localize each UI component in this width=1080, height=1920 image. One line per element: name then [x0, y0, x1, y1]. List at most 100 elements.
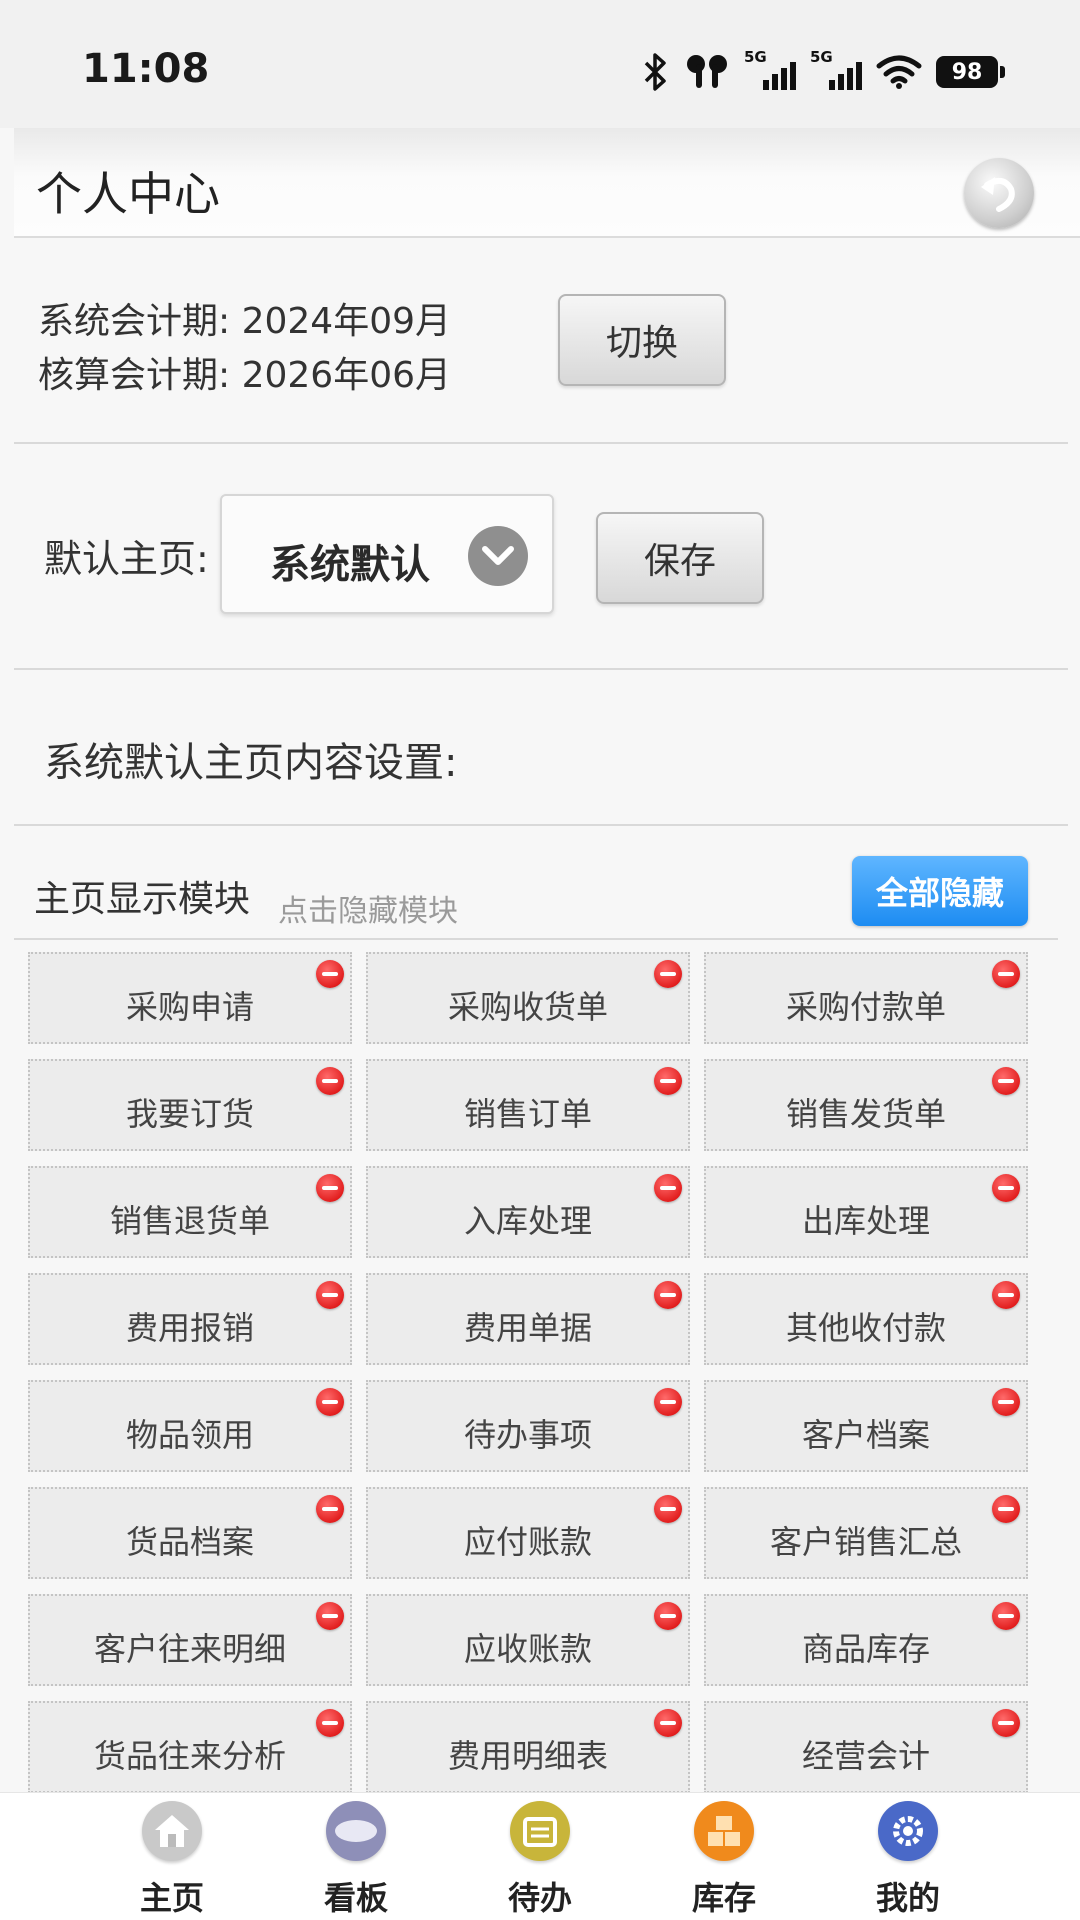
module-label: 经营会计 [801, 1737, 930, 1775]
module-label: 应收账款 [463, 1630, 592, 1668]
remove-icon[interactable] [654, 1388, 682, 1416]
status-bar: 11:08 5G 5G 98 [0, 0, 1080, 128]
module-tile[interactable]: 费用单据 [366, 1273, 690, 1365]
module-label: 销售发货单 [785, 1095, 946, 1133]
module-tile[interactable]: 销售退货单 [28, 1166, 352, 1258]
screen: 11:08 5G 5G 98 个人中心 系统会计期: 2024年09月 核算会计… [0, 0, 1080, 1920]
module-label: 货品档案 [125, 1523, 254, 1561]
divider [14, 824, 1068, 826]
module-label: 费用报销 [125, 1309, 254, 1347]
module-tile[interactable]: 商品库存 [704, 1594, 1028, 1686]
gear-icon [878, 1801, 938, 1861]
module-tile[interactable]: 应收账款 [366, 1594, 690, 1686]
module-tile[interactable]: 费用明细表 [366, 1701, 690, 1793]
calendar-icon [510, 1801, 570, 1861]
remove-icon[interactable] [992, 1388, 1020, 1416]
module-tile[interactable]: 费用报销 [28, 1273, 352, 1365]
remove-icon[interactable] [654, 1174, 682, 1202]
module-tile[interactable]: 客户往来明细 [28, 1594, 352, 1686]
module-label: 我要订货 [125, 1095, 254, 1133]
nav-item[interactable]: 我的 [848, 1801, 968, 1917]
remove-icon[interactable] [992, 1067, 1020, 1095]
nav-item[interactable]: 待办 [480, 1801, 600, 1917]
module-tile[interactable]: 其他收付款 [704, 1273, 1028, 1365]
remove-icon[interactable] [654, 1495, 682, 1523]
module-label: 待办事项 [463, 1416, 592, 1454]
remove-icon[interactable] [316, 1281, 344, 1309]
divider [14, 938, 1058, 940]
home-icon [142, 1801, 202, 1861]
nav-item[interactable]: 看板 [296, 1801, 416, 1917]
module-label: 销售订单 [463, 1095, 592, 1133]
module-label: 客户往来明细 [93, 1630, 286, 1668]
back-arrow-icon [981, 177, 1015, 212]
nav-label: 库存 [691, 1879, 756, 1917]
module-label: 物品领用 [125, 1416, 254, 1454]
remove-icon[interactable] [316, 1388, 344, 1416]
earbuds-icon [687, 55, 727, 88]
remove-icon[interactable] [992, 1709, 1020, 1737]
module-tile[interactable]: 应付账款 [366, 1487, 690, 1579]
module-label: 采购收货单 [447, 988, 608, 1026]
module-tile[interactable]: 物品领用 [28, 1380, 352, 1472]
remove-icon[interactable] [654, 1602, 682, 1630]
remove-icon[interactable] [654, 1067, 682, 1095]
save-button[interactable]: 保存 [596, 512, 764, 604]
remove-icon[interactable] [316, 1709, 344, 1737]
module-tile[interactable]: 客户销售汇总 [704, 1487, 1028, 1579]
remove-icon[interactable] [316, 960, 344, 988]
remove-icon[interactable] [316, 1067, 344, 1095]
remove-icon[interactable] [992, 1281, 1020, 1309]
nav-label: 看板 [323, 1879, 388, 1917]
wifi-icon [876, 55, 922, 89]
switch-button[interactable]: 切换 [558, 294, 726, 386]
remove-icon[interactable] [992, 1174, 1020, 1202]
module-tile[interactable]: 采购收货单 [366, 952, 690, 1044]
module-tile[interactable]: 我要订货 [28, 1059, 352, 1151]
module-label: 费用明细表 [447, 1737, 608, 1775]
module-label: 费用单据 [463, 1309, 592, 1347]
remove-icon[interactable] [316, 1495, 344, 1523]
module-tile[interactable]: 采购申请 [28, 952, 352, 1044]
remove-icon[interactable] [654, 1281, 682, 1309]
nav-item[interactable]: 主页 [112, 1801, 232, 1917]
remove-icon[interactable] [316, 1174, 344, 1202]
default-home-select[interactable]: 系统默认 [220, 494, 554, 614]
nav-label: 我的 [875, 1879, 940, 1917]
default-home-label: 默认主页: [44, 537, 209, 581]
remove-icon[interactable] [316, 1602, 344, 1630]
remove-icon[interactable] [654, 1709, 682, 1737]
module-label: 应付账款 [463, 1523, 592, 1561]
battery-icon: 98 [936, 56, 1005, 88]
nav-item[interactable]: 库存 [664, 1801, 784, 1917]
module-label: 采购付款单 [785, 988, 946, 1026]
remove-icon[interactable] [992, 960, 1020, 988]
module-label: 销售退货单 [109, 1202, 270, 1240]
system-period-text: 系统会计期: 2024年09月 [38, 301, 451, 342]
module-tile[interactable]: 待办事项 [366, 1380, 690, 1472]
module-tile[interactable]: 经营会计 [704, 1701, 1028, 1793]
module-tile[interactable]: 货品档案 [28, 1487, 352, 1579]
module-label: 采购申请 [125, 988, 254, 1026]
modules-title: 主页显示模块 [34, 879, 251, 920]
divider [14, 668, 1068, 670]
default-home-value: 系统默认 [270, 542, 430, 588]
module-tile[interactable]: 销售订单 [366, 1059, 690, 1151]
modules-hint: 点击隐藏模块 [278, 894, 458, 929]
module-tile[interactable]: 采购付款单 [704, 952, 1028, 1044]
module-tile[interactable]: 客户档案 [704, 1380, 1028, 1472]
bluetooth-icon [644, 53, 666, 91]
module-label: 入库处理 [463, 1202, 592, 1240]
remove-icon[interactable] [654, 960, 682, 988]
bottom-nav: 主页 看板 待办 库存 我的 [0, 1792, 1080, 1920]
remove-icon[interactable] [992, 1495, 1020, 1523]
remove-icon[interactable] [992, 1602, 1020, 1630]
info-board-icon [326, 1801, 386, 1861]
back-button[interactable] [964, 158, 1034, 228]
module-tile[interactable]: 入库处理 [366, 1166, 690, 1258]
divider [14, 442, 1068, 444]
module-tile[interactable]: 货品往来分析 [28, 1701, 352, 1793]
module-tile[interactable]: 销售发货单 [704, 1059, 1028, 1151]
hide-all-button[interactable]: 全部隐藏 [852, 856, 1028, 926]
module-tile[interactable]: 出库处理 [704, 1166, 1028, 1258]
